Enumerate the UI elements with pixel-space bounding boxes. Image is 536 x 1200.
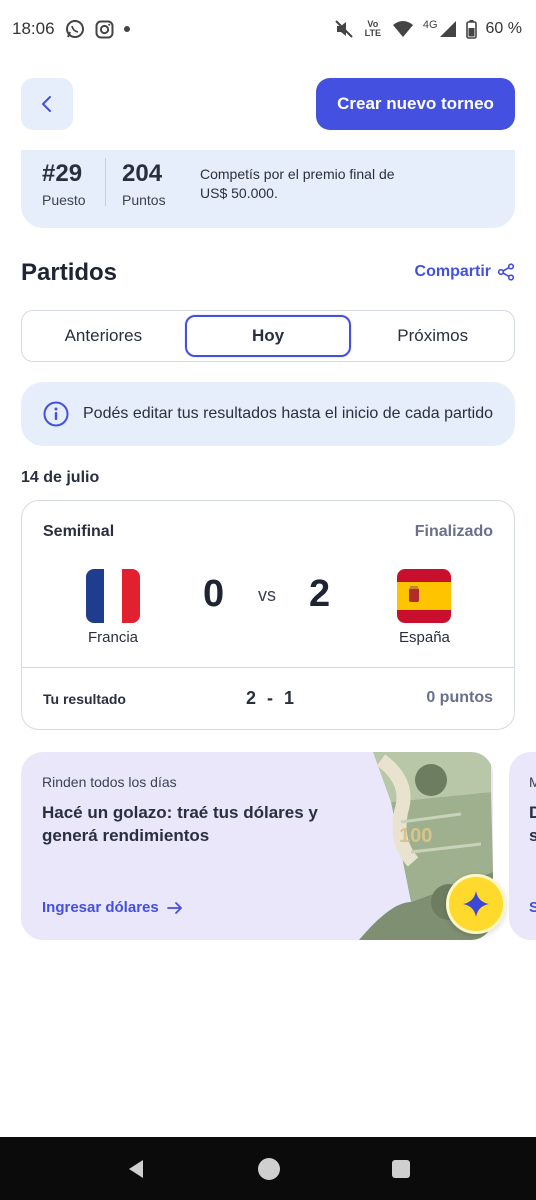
rank-label: Puesto	[42, 192, 86, 208]
promo2-link[interactable]: S	[529, 899, 536, 916]
promo-card[interactable]: Rinden todos los días Hacé un golazo: tr…	[21, 752, 493, 940]
match-stage: Semifinal	[43, 523, 115, 540]
rank-value: #29	[42, 160, 83, 187]
section-title: Partidos	[21, 259, 118, 286]
promo2-kicker: M	[529, 774, 536, 790]
sparkle-icon	[461, 889, 491, 919]
share-icon	[497, 263, 515, 281]
sparkle-button[interactable]	[446, 874, 506, 934]
back-button[interactable]	[21, 78, 73, 130]
vs-label: vs	[258, 585, 276, 605]
info-banner: Podés editar tus resultados hasta el ini…	[21, 382, 515, 446]
battery-icon	[465, 19, 477, 39]
share-button[interactable]: Compartir	[415, 263, 515, 281]
match-tabs: Anteriores Hoy Próximos	[21, 310, 515, 362]
volte-label: Vo LTE	[364, 19, 382, 38]
info-icon	[43, 401, 69, 427]
deposit-dollars-label: Ingresar dólares	[42, 899, 159, 916]
france-flag-icon	[86, 569, 140, 623]
points-label: Puntos	[122, 192, 166, 208]
your-result-label: Tu resultado	[43, 691, 126, 707]
tab-hoy[interactable]: Hoy	[184, 315, 352, 357]
away-score: 2	[309, 573, 331, 615]
system-nav-bar	[0, 1137, 536, 1200]
promo2-title: Ds	[529, 803, 536, 845]
match-date: 14 de julio	[21, 469, 100, 486]
spain-flag-icon	[397, 569, 451, 623]
promo-title: Hacé un golazo: traé tus dólares y gener…	[42, 803, 318, 845]
nav-home-icon[interactable]	[257, 1157, 281, 1181]
match-card[interactable]: Semifinal Finalizado Francia 0 vs 2 Espa…	[21, 500, 515, 730]
promo-card-2[interactable]: M Ds S	[509, 752, 536, 940]
points-stat: 204 Puntos	[122, 160, 166, 208]
status-time: 18:06	[12, 19, 55, 38]
notification-dot-icon	[123, 26, 130, 32]
points-value: 204	[122, 160, 163, 187]
divider	[22, 667, 514, 668]
stat-divider	[105, 158, 106, 206]
home-team-name: Francia	[88, 629, 139, 646]
create-tournament-button[interactable]: Crear nuevo torneo	[316, 78, 515, 130]
battery-level: 60 %	[485, 20, 522, 37]
info-text: Podés editar tus resultados hasta el ini…	[83, 405, 494, 422]
mute-icon	[334, 19, 354, 39]
tab-anteriores[interactable]: Anteriores	[22, 311, 185, 361]
back-chevron-icon	[40, 95, 54, 113]
match-status: Finalizado	[414, 523, 493, 540]
points-earned: 0 puntos	[426, 689, 493, 706]
whatsapp-icon	[65, 19, 85, 39]
home-score: 0	[203, 573, 225, 615]
wifi-icon	[392, 20, 414, 38]
status-bar: 18:06 Vo LTE 4G 60 %	[0, 0, 536, 58]
nav-back-icon[interactable]	[125, 1158, 147, 1180]
away-team-name: España	[399, 629, 450, 646]
your-result: 2 - 1	[246, 688, 295, 708]
tab-proximos[interactable]: Próximos	[351, 311, 514, 361]
nav-recents-icon[interactable]	[391, 1159, 411, 1179]
tournament-stats-card: #29 Puesto 204 Puntos Competís por el pr…	[21, 150, 515, 228]
promo-kicker: Rinden todos los días	[42, 774, 177, 790]
instagram-icon	[95, 20, 114, 39]
rank-stat: #29 Puesto	[42, 160, 86, 208]
arrow-right-icon	[166, 901, 183, 915]
signal-icon	[439, 20, 457, 38]
volte-icon: Vo LTE	[363, 20, 383, 38]
deposit-dollars-link[interactable]: Ingresar dólares	[42, 899, 183, 916]
share-label: Compartir	[414, 263, 491, 280]
prize-description: Competís por el premio final de US$ 50.0…	[200, 166, 395, 201]
svg-text:100: 100	[399, 825, 432, 847]
network-label: 4G	[422, 19, 438, 31]
